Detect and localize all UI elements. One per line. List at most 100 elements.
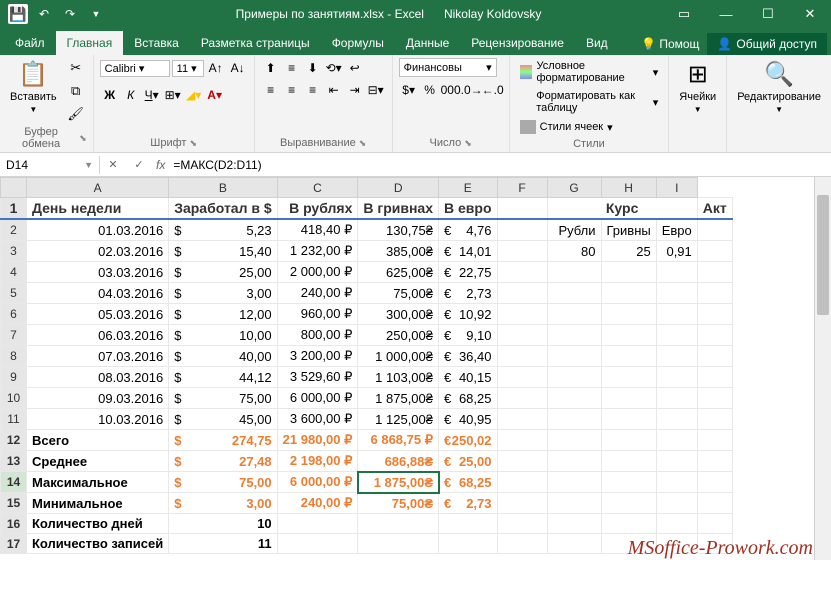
select-all-corner[interactable] xyxy=(1,178,27,198)
col-header-D[interactable]: D xyxy=(358,178,439,198)
decrease-indent-button[interactable]: ⇤ xyxy=(324,80,344,100)
cell[interactable] xyxy=(697,388,732,409)
cell[interactable]: $27,48 xyxy=(169,451,277,472)
row-header-3[interactable]: 3 xyxy=(1,241,27,262)
tab-home[interactable]: Главная xyxy=(56,31,124,55)
cell[interactable]: 6 000,00 ₽ xyxy=(277,472,358,493)
cell[interactable] xyxy=(497,198,547,220)
col-header-C[interactable]: C xyxy=(277,178,358,198)
cell[interactable] xyxy=(601,388,656,409)
wrap-text-button[interactable]: ↩ xyxy=(345,58,365,78)
cell[interactable]: 625,00₴ xyxy=(358,262,439,283)
cell[interactable]: Рубли xyxy=(547,219,601,241)
cell[interactable] xyxy=(601,472,656,493)
cell[interactable]: 09.03.2016 xyxy=(27,388,169,409)
cell[interactable] xyxy=(497,367,547,388)
cell[interactable]: €22,75 xyxy=(439,262,498,283)
cell[interactable]: Акт xyxy=(697,198,732,220)
comma-button[interactable]: 000 xyxy=(441,80,461,100)
cell[interactable] xyxy=(656,430,697,451)
font-size-combo[interactable]: 11 ▾ xyxy=(172,60,204,77)
cell[interactable] xyxy=(547,493,601,514)
cell[interactable]: 01.03.2016 xyxy=(27,219,169,241)
italic-button[interactable]: К xyxy=(121,85,141,105)
accounting-format-button[interactable]: $▾ xyxy=(399,80,419,100)
cell[interactable] xyxy=(656,493,697,514)
border-button[interactable]: ⊞▾ xyxy=(163,85,183,105)
cell[interactable]: 1 103,00₴ xyxy=(358,367,439,388)
cell[interactable]: €250,02 xyxy=(439,430,498,451)
cell[interactable]: 02.03.2016 xyxy=(27,241,169,262)
cell[interactable] xyxy=(697,325,732,346)
cell[interactable] xyxy=(601,346,656,367)
vertical-scrollbar[interactable] xyxy=(814,177,831,560)
cell[interactable] xyxy=(497,514,547,534)
cell[interactable] xyxy=(656,325,697,346)
cell[interactable]: 2 198,00 ₽ xyxy=(277,451,358,472)
cell[interactable] xyxy=(656,534,697,554)
cell[interactable]: 686,88₴ xyxy=(358,451,439,472)
cell[interactable]: $25,00 xyxy=(169,262,277,283)
cell[interactable]: $75,00 xyxy=(169,388,277,409)
cell[interactable]: $40,00 xyxy=(169,346,277,367)
spreadsheet-grid[interactable]: ABCDEFGHI1День неделиЗаработал в $В рубл… xyxy=(0,177,831,578)
col-header-H[interactable]: H xyxy=(601,178,656,198)
save-button[interactable]: 💾 xyxy=(6,2,30,26)
cell[interactable]: 130,75₴ xyxy=(358,219,439,241)
cell[interactable]: 10.03.2016 xyxy=(27,409,169,430)
cell[interactable] xyxy=(601,325,656,346)
cell[interactable]: $15,40 xyxy=(169,241,277,262)
font-launcher[interactable]: ⬊ xyxy=(189,138,197,149)
cell[interactable] xyxy=(497,219,547,241)
row-header-6[interactable]: 6 xyxy=(1,304,27,325)
cancel-formula-button[interactable]: ✕ xyxy=(100,158,126,171)
cell[interactable]: Евро xyxy=(656,219,697,241)
cell[interactable]: 25 xyxy=(601,241,656,262)
increase-decimal-button[interactable]: .0→ xyxy=(462,80,482,100)
cell[interactable] xyxy=(601,430,656,451)
cell[interactable]: 960,00 ₽ xyxy=(277,304,358,325)
cell[interactable] xyxy=(601,451,656,472)
fx-icon[interactable]: fx xyxy=(152,158,169,172)
cell[interactable] xyxy=(697,283,732,304)
number-launcher[interactable]: ⬊ xyxy=(464,138,472,149)
cell[interactable]: 80 xyxy=(547,241,601,262)
increase-indent-button[interactable]: ⇥ xyxy=(345,80,365,100)
cell[interactable]: Количество дней xyxy=(27,514,169,534)
cell[interactable] xyxy=(277,534,358,554)
cell[interactable]: €68,25 xyxy=(439,388,498,409)
clipboard-launcher[interactable]: ⬊ xyxy=(79,133,87,144)
merge-button[interactable]: ⊟▾ xyxy=(366,80,386,100)
cell[interactable]: Количество записей xyxy=(27,534,169,554)
cell[interactable]: €25,00 xyxy=(439,451,498,472)
cell[interactable] xyxy=(697,514,732,534)
row-header-15[interactable]: 15 xyxy=(1,493,27,514)
cell[interactable]: 1 000,00₴ xyxy=(358,346,439,367)
cell[interactable] xyxy=(497,472,547,493)
cell[interactable] xyxy=(656,367,697,388)
cell[interactable] xyxy=(656,346,697,367)
cell[interactable] xyxy=(497,262,547,283)
cell[interactable] xyxy=(697,367,732,388)
cell[interactable]: 1 875,00₴ xyxy=(358,388,439,409)
cell[interactable] xyxy=(547,472,601,493)
cell[interactable]: 1 125,00₴ xyxy=(358,409,439,430)
cell[interactable] xyxy=(601,304,656,325)
cell[interactable]: 75,00₴ xyxy=(358,493,439,514)
align-bottom-button[interactable]: ⬇ xyxy=(303,58,323,78)
cell[interactable] xyxy=(656,451,697,472)
decrease-decimal-button[interactable]: ←.0 xyxy=(483,80,503,100)
cell[interactable]: Максимальное xyxy=(27,472,169,493)
cell[interactable] xyxy=(547,304,601,325)
cell[interactable]: 250,00₴ xyxy=(358,325,439,346)
row-header-11[interactable]: 11 xyxy=(1,409,27,430)
cell[interactable]: 385,00₴ xyxy=(358,241,439,262)
tab-view[interactable]: Вид xyxy=(575,31,619,55)
cell[interactable]: $3,00 xyxy=(169,493,277,514)
maximize-button[interactable]: ☐ xyxy=(747,0,789,28)
cell[interactable]: В евро xyxy=(439,198,498,220)
cell[interactable] xyxy=(656,409,697,430)
name-box[interactable]: D14▼ xyxy=(0,156,100,174)
cell[interactable] xyxy=(656,283,697,304)
percent-button[interactable]: % xyxy=(420,80,440,100)
